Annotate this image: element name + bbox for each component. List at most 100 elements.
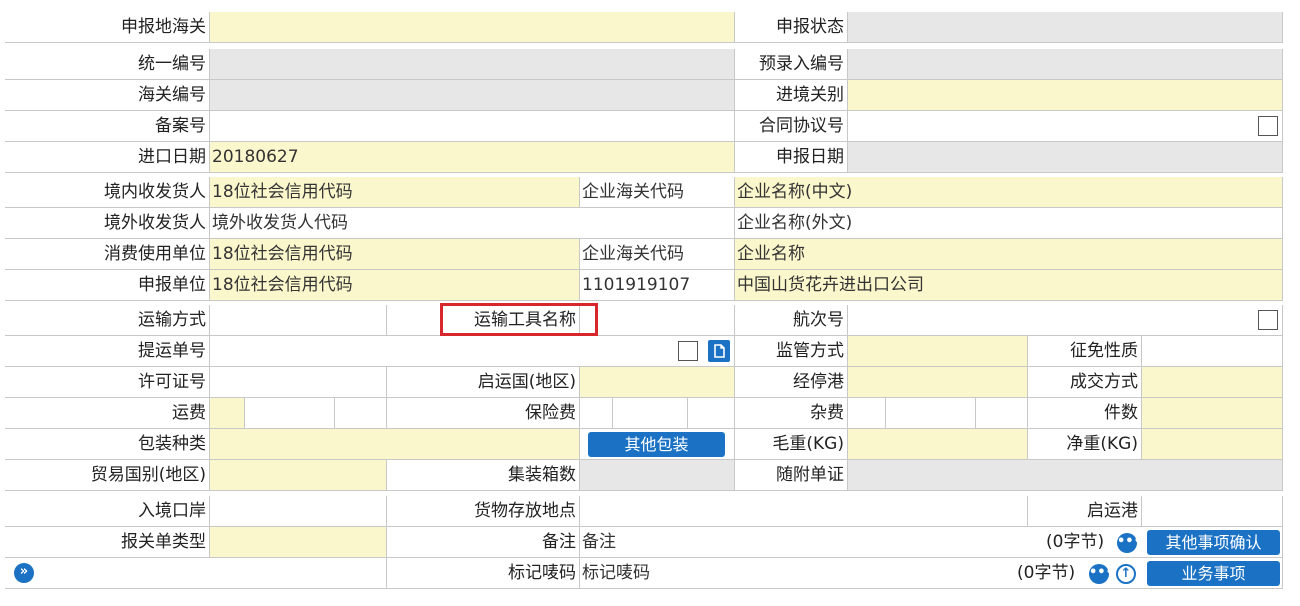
declare-status-label: 申报状态 xyxy=(735,12,848,43)
consumer-unit-label: 消费使用单位 xyxy=(5,239,210,270)
scroll-up-icon[interactable]: ↑ xyxy=(1116,564,1136,584)
pre-entry-no-input xyxy=(848,49,1283,80)
gross-weight-label: 毛重(KG) xyxy=(735,429,848,460)
misc-mark-input[interactable] xyxy=(848,398,886,429)
unified-no-input xyxy=(210,49,735,80)
license-no-input[interactable] xyxy=(210,367,387,398)
declare-date-input xyxy=(848,142,1283,173)
document-icon[interactable] xyxy=(708,340,730,362)
remarks-more-icon[interactable]: ••• xyxy=(1117,533,1142,553)
departure-country-label: 启运国(地区) xyxy=(387,367,580,398)
pieces-input[interactable] xyxy=(1142,398,1283,429)
declaration-type-input[interactable] xyxy=(210,527,387,558)
domestic-name-input[interactable]: 企业名称(中文) xyxy=(735,177,1283,208)
voyage-no-input[interactable] xyxy=(848,305,1283,336)
domestic-credit-input[interactable]: 18位社会信用代码 xyxy=(210,177,580,208)
contract-no-input[interactable] xyxy=(848,111,1283,142)
package-type-input[interactable] xyxy=(210,429,580,460)
other-items-confirm-button[interactable]: 其他事项确认 xyxy=(1147,530,1280,555)
customs-no-input xyxy=(210,80,735,111)
consumer-name-input[interactable]: 企业名称 xyxy=(735,239,1283,270)
net-weight-label: 净重(KG) xyxy=(1028,429,1142,460)
insurance-rate-input[interactable] xyxy=(613,398,688,429)
declare-customs-input[interactable] xyxy=(210,12,735,43)
transit-port-label: 经停港 xyxy=(735,367,848,398)
supervision-mode-label: 监管方式 xyxy=(735,336,848,367)
bill-no-checkbox[interactable] xyxy=(678,341,698,361)
declaring-customs-code[interactable]: 1101919107 xyxy=(580,270,735,301)
consumer-customs-code[interactable]: 企业海关代码 xyxy=(580,239,735,270)
bill-no-label: 提运单号 xyxy=(5,336,210,367)
marks-label: 标记唛码 xyxy=(387,558,580,589)
expand-icon[interactable]: » xyxy=(14,563,34,583)
gross-weight-input[interactable] xyxy=(848,429,1028,460)
container-count-input xyxy=(580,460,735,491)
marks-byte-count: (0字节) xyxy=(1017,563,1076,583)
levy-nature-input[interactable] xyxy=(1142,336,1283,367)
declare-status-input xyxy=(848,12,1283,43)
insurance-currency-input[interactable] xyxy=(688,398,735,429)
misc-fee-label: 杂费 xyxy=(735,398,848,429)
net-weight-input[interactable] xyxy=(1142,429,1283,460)
pre-entry-no-label: 预录入编号 xyxy=(735,49,848,80)
insurance-mark-input[interactable] xyxy=(580,398,613,429)
consumer-credit-input[interactable]: 18位社会信用代码 xyxy=(210,239,580,270)
license-no-label: 许可证号 xyxy=(5,367,210,398)
declaring-name-input[interactable]: 中国山货花卉进出口公司 xyxy=(735,270,1283,301)
declaring-credit-input[interactable]: 18位社会信用代码 xyxy=(210,270,580,301)
business-items-button[interactable]: 业务事项 xyxy=(1147,561,1280,586)
other-packaging-button[interactable]: 其他包装 xyxy=(588,432,725,457)
voyage-no-label: 航次号 xyxy=(735,305,848,336)
attached-docs-label: 随附单证 xyxy=(735,460,848,491)
entry-port-input[interactable] xyxy=(210,496,387,527)
highlight-box xyxy=(440,303,598,336)
misc-currency-input[interactable] xyxy=(976,398,1028,429)
entry-exit-office-input[interactable] xyxy=(848,80,1283,111)
departure-port-label: 启运港 xyxy=(1028,496,1142,527)
record-no-input[interactable] xyxy=(210,111,735,142)
contract-no-label: 合同协议号 xyxy=(735,111,848,142)
misc-rate-input[interactable] xyxy=(886,398,976,429)
departure-port-input[interactable] xyxy=(1142,496,1283,527)
customs-no-label: 海关编号 xyxy=(5,80,210,111)
record-no-label: 备案号 xyxy=(5,111,210,142)
contract-no-checkbox[interactable] xyxy=(1258,116,1278,136)
declaration-type-label: 报关单类型 xyxy=(5,527,210,558)
transaction-mode-input[interactable] xyxy=(1142,367,1283,398)
domestic-consignee-label: 境内收发货人 xyxy=(5,177,210,208)
import-date-input[interactable]: 20180627 xyxy=(210,142,735,173)
supervision-mode-input[interactable] xyxy=(848,336,1028,367)
domestic-customs-code[interactable]: 企业海关代码 xyxy=(580,177,735,208)
freight-label: 运费 xyxy=(5,398,210,429)
customs-declaration-form: 申报地海关 申报状态 统一编号 预录入编号 海关编号 进境关别 备案号 合同协议… xyxy=(0,0,1300,606)
marks-more-icon[interactable]: ••• xyxy=(1089,564,1114,584)
foreign-name-input[interactable]: 企业名称(外文) xyxy=(735,208,1283,239)
entry-exit-office-label: 进境关别 xyxy=(735,80,848,111)
import-date-label: 进口日期 xyxy=(5,142,210,173)
unified-no-label: 统一编号 xyxy=(5,49,210,80)
attached-docs-input xyxy=(848,460,1283,491)
foreign-code-input[interactable]: 境外收发货人代码 xyxy=(210,208,735,239)
container-count-label: 集装箱数 xyxy=(387,460,580,491)
freight-mark-input[interactable] xyxy=(210,398,245,429)
freight-rate-input[interactable] xyxy=(245,398,335,429)
transaction-mode-label: 成交方式 xyxy=(1028,367,1142,398)
insurance-label: 保险费 xyxy=(387,398,580,429)
expand-cell xyxy=(5,558,387,589)
departure-country-input[interactable] xyxy=(580,367,735,398)
voyage-no-checkbox[interactable] xyxy=(1258,310,1278,330)
package-type-label: 包装种类 xyxy=(5,429,210,460)
foreign-consignee-label: 境外收发货人 xyxy=(5,208,210,239)
transit-port-input[interactable] xyxy=(848,367,1028,398)
freight-currency-input[interactable] xyxy=(335,398,387,429)
trade-country-input[interactable] xyxy=(210,460,387,491)
goods-location-label: 货物存放地点 xyxy=(387,496,580,527)
declaring-unit-label: 申报单位 xyxy=(5,270,210,301)
transport-tool-name-input[interactable] xyxy=(580,305,735,336)
goods-location-input[interactable] xyxy=(580,496,1028,527)
bill-no-input[interactable] xyxy=(210,336,735,367)
levy-nature-label: 征免性质 xyxy=(1028,336,1142,367)
remarks-label: 备注 xyxy=(387,527,580,558)
transport-mode-input[interactable] xyxy=(210,305,387,336)
declare-customs-label: 申报地海关 xyxy=(5,12,210,43)
